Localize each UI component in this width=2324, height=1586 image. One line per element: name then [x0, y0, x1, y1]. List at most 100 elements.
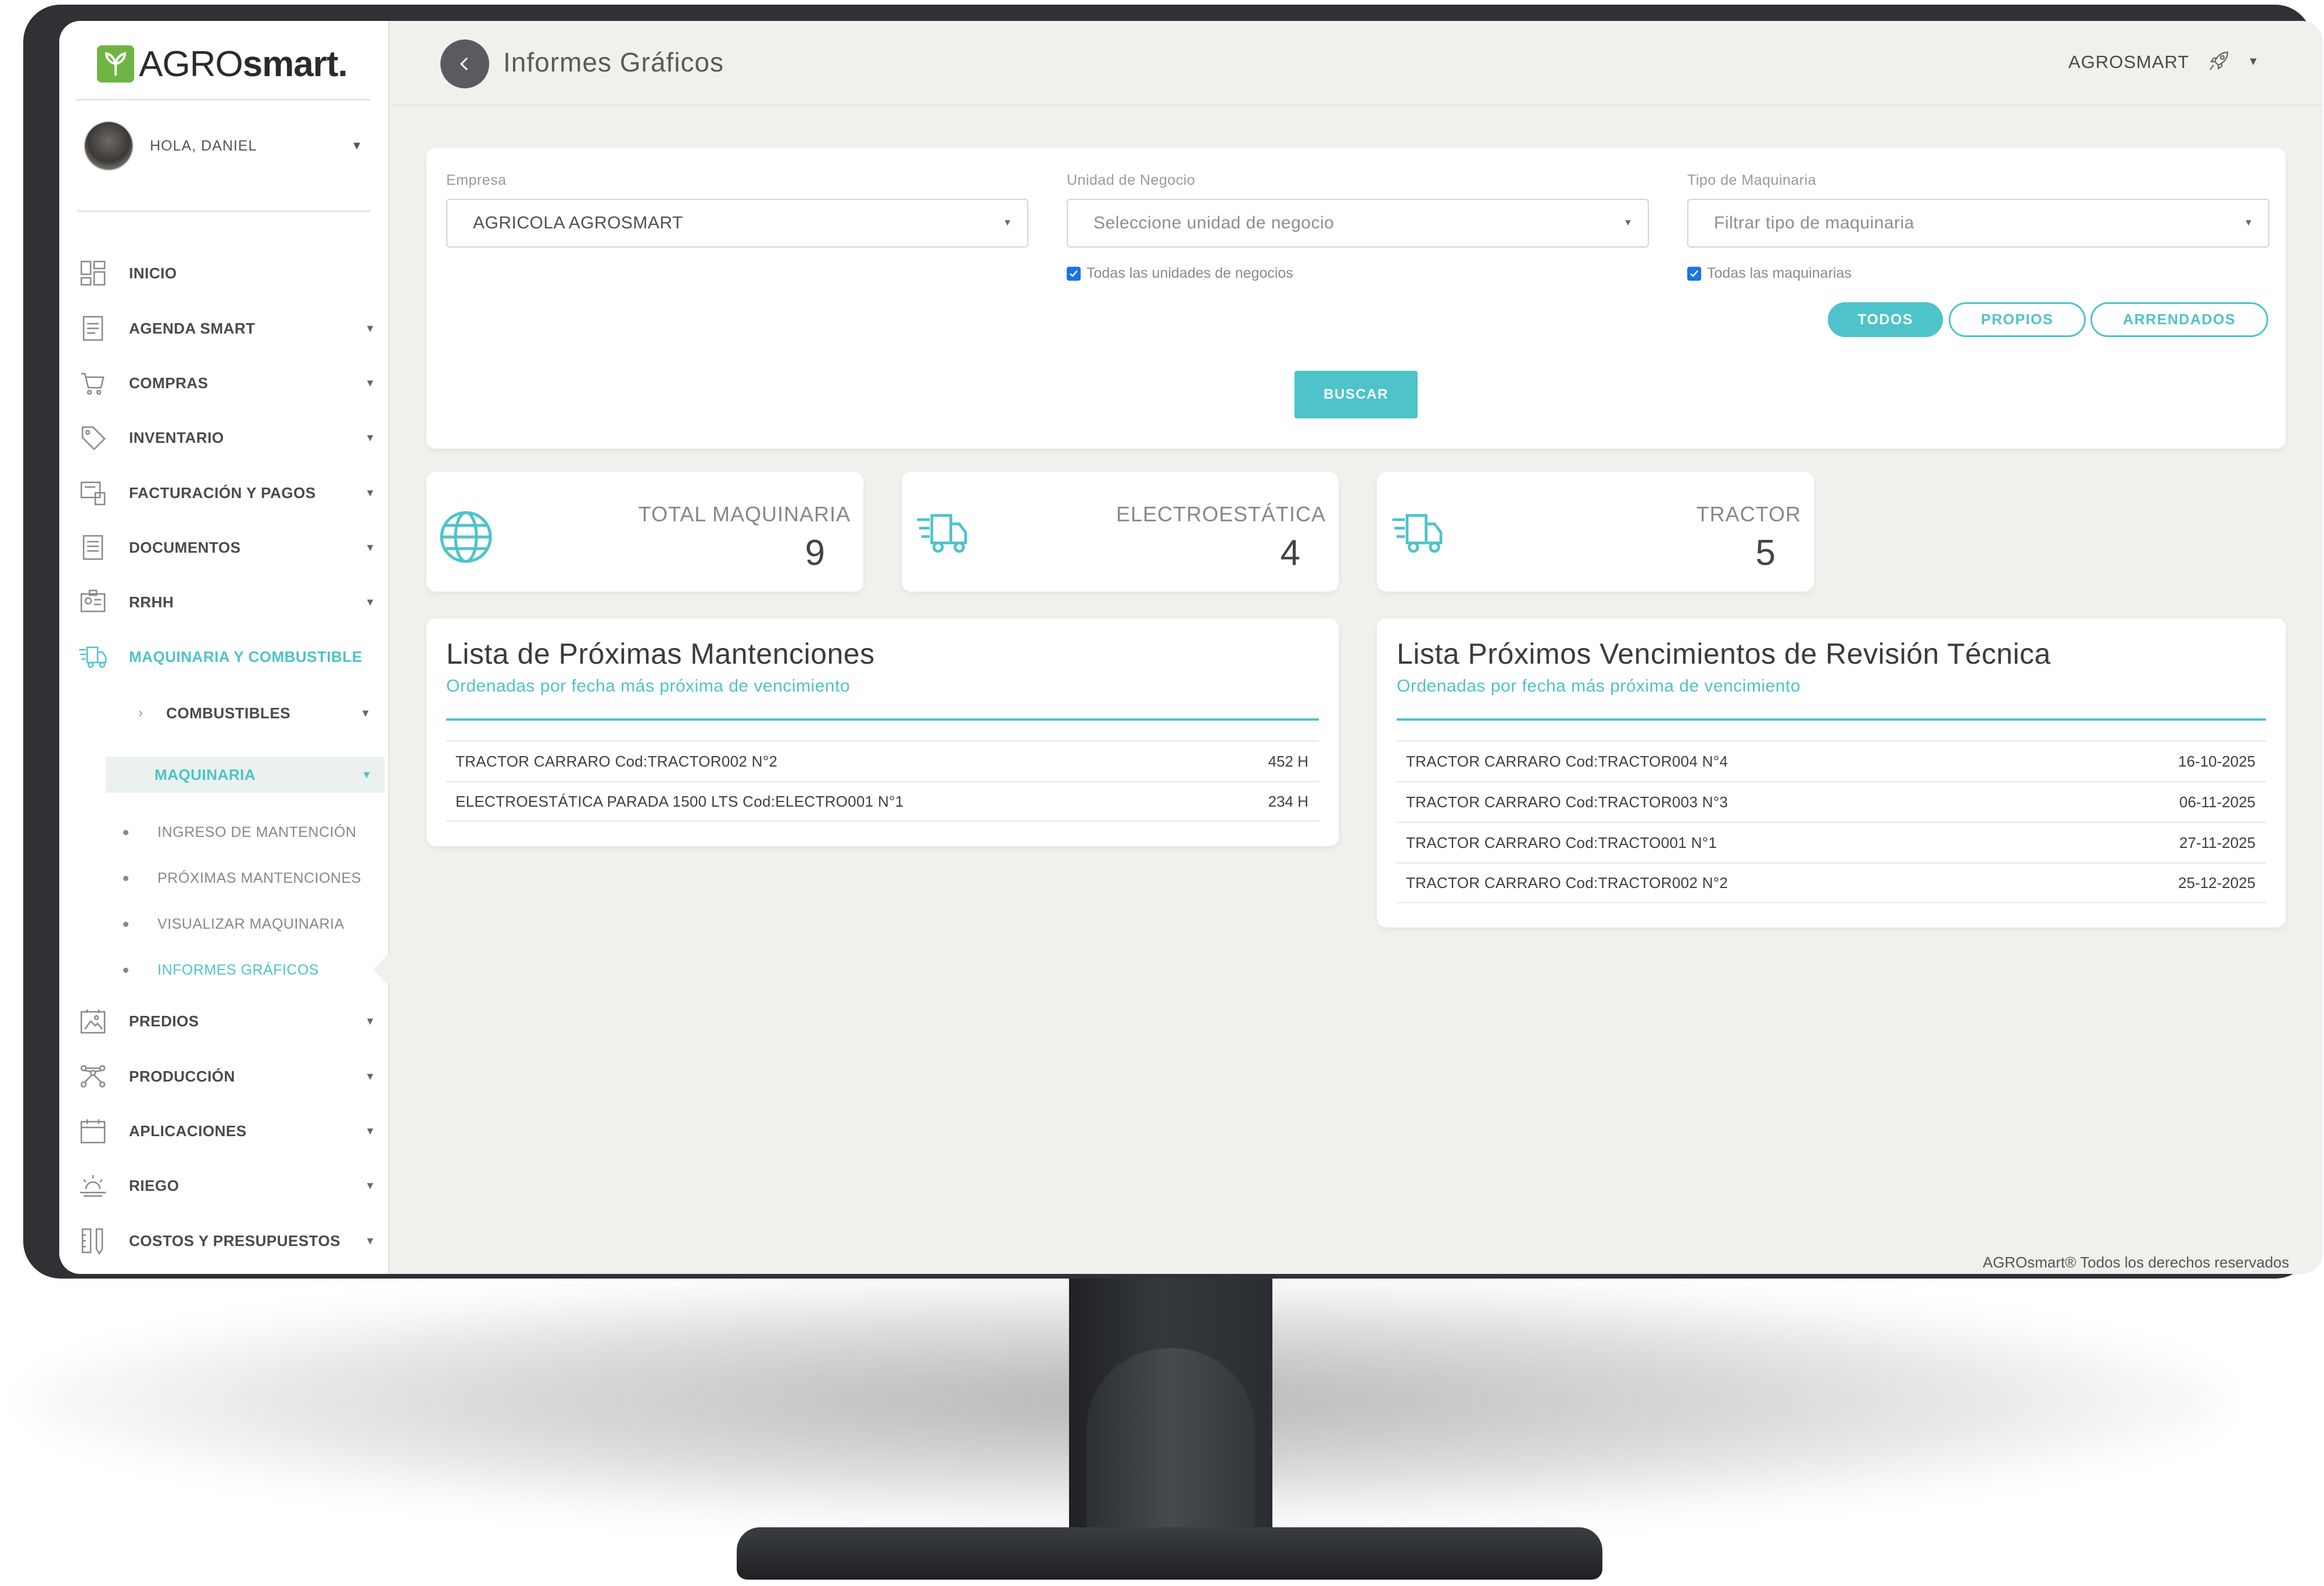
- sun-icon: [78, 1170, 108, 1201]
- tipo-all-label: Todas las maquinarias: [1707, 265, 1852, 281]
- logo-text: AGROsmart.: [139, 44, 348, 84]
- list-item[interactable]: TRACTOR CARRARO Cod:TRACTO001 N°1 27-11-…: [1397, 822, 2266, 862]
- billing-icon: [78, 478, 108, 508]
- chevron-down-icon: ▼: [361, 768, 372, 781]
- avatar: [84, 121, 134, 171]
- chevron-left-icon: [460, 57, 468, 71]
- sidebar-item-facturacion[interactable]: FACTURACIÓN Y PAGOS ▼: [78, 475, 380, 510]
- sidebar-subitem-ingreso-mantencion[interactable]: INGRESO DE MANTENCIÓN: [123, 819, 390, 845]
- filter-arrendados-button[interactable]: ARRENDADOS: [2090, 302, 2268, 337]
- list-item-value: 27-11-2025: [2179, 833, 2255, 851]
- production-icon: [78, 1061, 108, 1091]
- list-item[interactable]: ELECTROESTÁTICA PARADA 1500 LTS Cod:ELEC…: [446, 781, 1319, 822]
- sidebar-item-predios[interactable]: PREDIOS ▼: [78, 1004, 380, 1039]
- ruler-icon: [78, 1226, 108, 1256]
- stat-label: TOTAL MAQUINARIA: [638, 502, 851, 526]
- sidebar-item-agenda[interactable]: AGENDA SMART ▼: [78, 311, 380, 346]
- chevron-down-icon: ▼: [365, 1234, 375, 1247]
- top-header: Informes Gráficos AGROSMART ▼: [388, 21, 2323, 106]
- sidebar-item-documentos[interactable]: DOCUMENTOS ▼: [78, 530, 380, 565]
- tipo-select[interactable]: Filtrar tipo de maquinaria ▼: [1687, 199, 2269, 248]
- sidebar-item-label: PRODUCCIÓN: [129, 1067, 235, 1085]
- footer-copyright: AGROsmart® Todos los derechos reservados: [1982, 1254, 2289, 1271]
- sidebar-subitem-informes-graficos[interactable]: INFORMES GRÁFICOS: [123, 957, 390, 983]
- sidebar-item-label: COMBUSTIBLES: [166, 704, 290, 722]
- sidebar: AGROsmart. HOLA, DANIEL ▼ INICIO AGENDA …: [59, 21, 389, 1274]
- tipo-all-checkbox[interactable]: Todas las maquinarias: [1687, 265, 1852, 282]
- list-item[interactable]: TRACTOR CARRARO Cod:TRACTOR003 N°3 06-11…: [1397, 781, 2266, 822]
- sidebar-item-compras[interactable]: COMPRAS ▼: [78, 366, 380, 400]
- rocket-icon: [2208, 49, 2231, 75]
- bullet-icon: [123, 829, 128, 835]
- sidebar-subitem-proximas-mantenciones[interactable]: PRÓXIMAS MANTENCIONES: [123, 865, 390, 891]
- unidad-all-checkbox[interactable]: Todas las unidades de negocios: [1067, 265, 1293, 282]
- org-name: AGROSMART: [2068, 51, 2190, 72]
- monitor-stand-base: [737, 1527, 1602, 1580]
- sidebar-item-label: DOCUMENTOS: [129, 538, 241, 556]
- back-button[interactable]: [440, 40, 489, 88]
- user-menu[interactable]: HOLA, DANIEL ▼: [84, 120, 363, 172]
- sidebar-item-label: RRHH: [129, 593, 174, 611]
- sidebar-item-maquinaria-combustible[interactable]: MAQUINARIA Y COMBUSTIBLE: [78, 639, 380, 674]
- checkmark-icon: [1067, 266, 1081, 281]
- sidebar-item-riego[interactable]: RIEGO ▼: [78, 1168, 380, 1203]
- sidebar-subitem-label: INFORMES GRÁFICOS: [157, 961, 319, 978]
- sidebar-item-inventario[interactable]: INVENTARIO ▼: [78, 420, 380, 455]
- truck-icon: [913, 509, 971, 558]
- sidebar-item-produccion[interactable]: PRODUCCIÓN ▼: [78, 1059, 380, 1094]
- tag-icon: [78, 423, 108, 453]
- sidebar-item-rrhh[interactable]: RRHH ▼: [78, 585, 380, 620]
- chevron-down-icon: ▼: [365, 1179, 375, 1191]
- chevron-down-icon: ▼: [365, 431, 375, 443]
- document-icon: [78, 532, 108, 563]
- sidebar-item-label: COMPRAS: [129, 374, 209, 392]
- sidebar-item-label: MAQUINARIA: [155, 765, 256, 783]
- chevron-down-icon: ▼: [365, 1015, 375, 1027]
- sidebar-item-label: APLICACIONES: [129, 1122, 247, 1140]
- sidebar-subitem-label: INGRESO DE MANTENCIÓN: [157, 824, 357, 840]
- list-item[interactable]: TRACTOR CARRARO Cod:TRACTOR002 N°2 452 H: [446, 740, 1319, 781]
- sidebar-item-label: COSTOS Y PRESUPUESTOS: [129, 1231, 341, 1250]
- chevron-down-icon: ▼: [365, 377, 375, 389]
- chevron-down-icon: ▼: [351, 139, 363, 152]
- search-button[interactable]: BUSCAR: [1294, 371, 1418, 418]
- stat-label: TRACTOR: [1696, 502, 1801, 526]
- sidebar-subitem-visualizar-maquinaria[interactable]: VISUALIZAR MAQUINARIA: [123, 911, 390, 937]
- sidebar-item-inicio[interactable]: INICIO: [78, 256, 380, 291]
- id-card-icon: [78, 587, 108, 617]
- sidebar-item-combustibles[interactable]: › COMBUSTIBLES ▼: [129, 699, 385, 728]
- filter-todos-button[interactable]: TODOS: [1828, 302, 1943, 337]
- stat-label: ELECTROESTÁTICA: [1116, 502, 1326, 526]
- stat-card-electroestatica: ELECTROESTÁTICA 4: [902, 472, 1339, 592]
- chevron-down-icon: ▼: [365, 486, 375, 499]
- revision-title: Lista Próximos Vencimientos de Revisión …: [1397, 638, 2051, 670]
- list-item-name: TRACTOR CARRARO Cod:TRACTOR004 N°4: [1406, 752, 1728, 770]
- sidebar-item-costos[interactable]: COSTOS Y PRESUPUESTOS ▼: [78, 1223, 380, 1258]
- list-item[interactable]: TRACTOR CARRARO Cod:TRACTOR004 N°4 16-10…: [1397, 740, 2266, 781]
- mantenciones-subtitle: Ordenadas por fecha más próxima de venci…: [446, 676, 851, 696]
- revision-subtitle: Ordenadas por fecha más próxima de venci…: [1397, 676, 1801, 696]
- unidad-select[interactable]: Seleccione unidad de negocio ▼: [1067, 199, 1649, 248]
- sidebar-item-aplicaciones[interactable]: APLICACIONES ▼: [78, 1114, 380, 1148]
- org-menu[interactable]: AGROSMART ▼: [2068, 49, 2259, 75]
- caret-down-icon: ▼: [2244, 218, 2253, 228]
- chevron-down-icon: ▼: [360, 707, 371, 719]
- chevron-down-icon: ▼: [365, 541, 375, 553]
- truck-icon: [78, 642, 108, 672]
- list-item-value: 16-10-2025: [2178, 752, 2255, 770]
- sidebar-item-maquinaria[interactable]: MAQUINARIA ▼: [106, 757, 385, 793]
- sidebar-item-label: PREDIOS: [129, 1012, 199, 1030]
- chevron-down-icon: ▼: [365, 1070, 375, 1082]
- caret-down-icon: ▼: [1003, 218, 1012, 228]
- list-item-value: 25-12-2025: [2178, 873, 2255, 892]
- list-item[interactable]: TRACTOR CARRARO Cod:TRACTOR002 N°2 25-12…: [1397, 862, 2266, 903]
- active-indicator: [373, 953, 389, 986]
- sidebar-item-label: FACTURACIÓN Y PAGOS: [129, 484, 316, 502]
- stat-card-total: TOTAL MAQUINARIA 9: [426, 472, 863, 592]
- app-logo[interactable]: AGROsmart.: [97, 41, 348, 87]
- bullet-icon: [123, 875, 128, 881]
- chevron-down-icon: ▼: [365, 322, 375, 334]
- empresa-select[interactable]: AGRICOLA AGROSMART ▼: [446, 199, 1028, 248]
- globe-icon: [438, 509, 494, 568]
- filter-propios-button[interactable]: PROPIOS: [1949, 302, 2086, 337]
